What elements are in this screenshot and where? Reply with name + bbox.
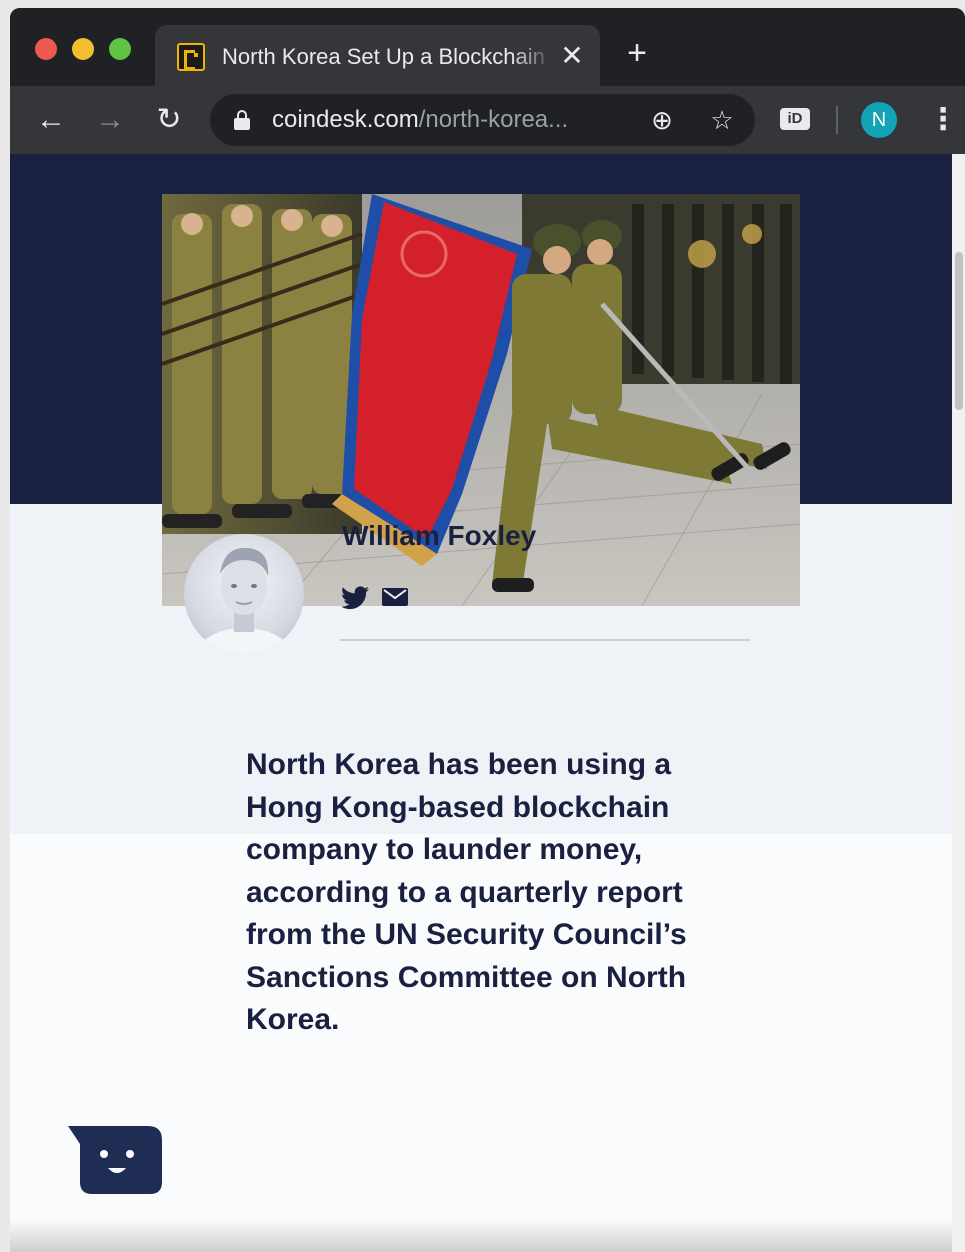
coindesk-favicon-icon xyxy=(177,43,205,71)
lock-icon[interactable] xyxy=(234,110,250,130)
scrollbar-thumb[interactable] xyxy=(955,252,963,410)
add-icon[interactable]: ⊕ xyxy=(648,106,676,134)
twitter-icon[interactable] xyxy=(341,586,369,610)
browser-window: North Korea Set Up a Blockchain ✕ + ← → … xyxy=(10,8,965,1252)
author-avatar[interactable] xyxy=(184,534,304,654)
address-bar[interactable]: coindesk.com/north-korea... ⊕ ☆ xyxy=(210,94,755,146)
author-name[interactable]: William Foxley xyxy=(342,520,536,552)
tab-strip: North Korea Set Up a Blockchain ✕ + xyxy=(10,8,965,86)
author-divider xyxy=(340,639,750,641)
article-lede: North Korea has been using a Hong Kong-b… xyxy=(246,748,687,1036)
browser-toolbar: ← → ↻ coindesk.com/north-korea... ⊕ ☆ iD… xyxy=(10,86,965,154)
menu-kebab-icon[interactable]: ⋮ xyxy=(928,102,958,138)
forward-button[interactable]: → xyxy=(92,102,128,138)
reload-button[interactable]: ↻ xyxy=(151,102,187,138)
bottom-shadow xyxy=(10,1220,952,1252)
mail-icon[interactable] xyxy=(381,586,409,610)
close-window-button[interactable] xyxy=(35,38,57,60)
chat-bot-icon[interactable] xyxy=(68,1124,164,1196)
maximize-window-button[interactable] xyxy=(109,38,131,60)
back-button[interactable]: ← xyxy=(33,102,69,138)
tab-title: North Korea Set Up a Blockchain xyxy=(222,44,545,69)
tab-active[interactable]: North Korea Set Up a Blockchain ✕ xyxy=(155,25,600,86)
tab-title-fade xyxy=(510,39,555,75)
profile-avatar[interactable]: N xyxy=(861,102,897,138)
bookmark-star-icon[interactable]: ☆ xyxy=(708,106,736,134)
new-tab-button[interactable]: + xyxy=(622,36,652,70)
id-extension-icon[interactable]: iD xyxy=(780,108,810,130)
minimize-window-button[interactable] xyxy=(72,38,94,60)
url-path: /north-korea... xyxy=(418,106,569,133)
toolbar-divider xyxy=(836,106,838,134)
url-text[interactable]: coindesk.com/north-korea... xyxy=(272,106,627,134)
url-host: coindesk.com xyxy=(272,106,419,133)
tab-close-icon[interactable]: ✕ xyxy=(558,42,586,70)
